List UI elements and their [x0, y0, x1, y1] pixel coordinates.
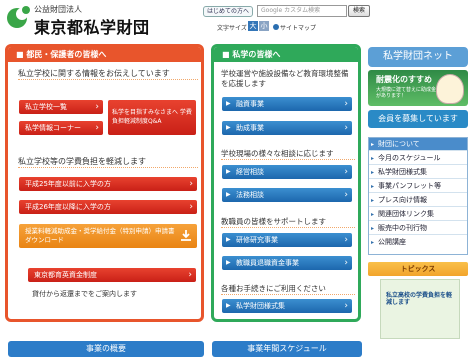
school-list-button[interactable]: 私立学校一覧 [19, 100, 103, 114]
nav-item[interactable]: 販売中の刊行物 [369, 222, 467, 235]
search-input[interactable]: Google カスタム検索 [257, 5, 347, 17]
nav-item[interactable]: 関連団体リンク集 [369, 208, 467, 221]
section-title: 私立学校等の学費負担を軽減します [18, 157, 198, 168]
topics-text: 私立高校の学費負担を軽減します [386, 292, 453, 306]
earthquake-subtitle: 大規模に建て替えに助成金があります！ [376, 87, 437, 99]
nav-item[interactable]: 私学財団様式集 [369, 166, 467, 179]
citizens-heading: ■ 都民・保護者の皆様へ [8, 47, 201, 62]
beginner-button[interactable]: はじめての方へ [203, 6, 253, 17]
section-title: 各種お手続きにご利用ください [221, 284, 355, 295]
loan-button[interactable]: 融資事業 [222, 97, 352, 111]
download-icon [181, 230, 191, 241]
post-h26-button[interactable]: 平成26年度以降に入学の方 [19, 200, 197, 214]
overview-button[interactable]: 事業の概要 [8, 341, 204, 357]
font-large-button[interactable]: 大 [248, 21, 258, 31]
schools-heading-text: 私学の皆様へ [232, 50, 281, 59]
logo-icon[interactable] [6, 4, 32, 30]
forms-button[interactable]: 私学財団様式集 [222, 299, 352, 313]
search-button[interactable]: 検索 [348, 5, 370, 17]
scholarship-button[interactable]: 東京都育英資金制度 [28, 268, 196, 282]
side-nav: 財団について 今月のスケジュール 私学財団様式集 事業パンフレット等 プレス向け… [368, 137, 468, 255]
management-consult-button[interactable]: 経営相談 [222, 165, 352, 179]
info-corner-button[interactable]: 私学情報コーナー [19, 121, 103, 135]
annual-schedule-button[interactable]: 事業年間スケジュール [212, 341, 362, 357]
application-download-button[interactable]: 授業料軽減助成金・奨学給付金（特別申請）申請書ダウンロード [19, 224, 197, 248]
grant-button[interactable]: 助成事業 [222, 121, 352, 135]
network-banner[interactable]: 私学財団ネット [368, 47, 468, 67]
font-small-button[interactable]: 小 [259, 21, 269, 31]
legal-consult-button[interactable]: 法務相談 [222, 188, 352, 202]
pre-h26-button[interactable]: 平成25年度以前に入学の方 [19, 177, 197, 191]
section-title: 私立学校に関する情報をお伝えしています [18, 69, 198, 80]
nav-heading[interactable]: 財団について [369, 138, 467, 151]
nav-item[interactable]: 公開講座 [369, 236, 467, 249]
topics-heading: トピックス [368, 262, 468, 276]
schools-heading: ■ 私学の皆様へ [214, 47, 358, 62]
sitemap-link[interactable]: サイトマップ [273, 23, 316, 32]
nav-item[interactable]: プレス向け情報 [369, 194, 467, 207]
citizens-heading-text: 都民・保護者の皆様へ [26, 50, 107, 59]
scholarship-note: 貸付から返還までをご案内します [32, 290, 137, 298]
earthquake-title: 耐震化のすすめ [376, 75, 432, 84]
mascot-image [436, 74, 464, 104]
member-recruit-button[interactable]: 会員を募集しています [368, 110, 468, 128]
sitemap-label: サイトマップ [280, 25, 317, 32]
bullet-icon [273, 24, 279, 30]
training-button[interactable]: 研修研究事業 [222, 233, 352, 247]
nav-item[interactable]: 事業パンフレット等 [369, 180, 467, 193]
section-title: 学校現場の様々な相談に応じます [221, 149, 355, 160]
site-title[interactable]: 東京都私学財団 [34, 14, 150, 38]
section-title: 教職員の皆様をサポートします [221, 217, 355, 228]
section-title: 学校運営や施設設備など教育環境整備を応援します [221, 69, 349, 88]
font-size-label: 文字サイズ [217, 25, 247, 32]
nav-item[interactable]: 今月のスケジュール [369, 152, 467, 165]
topics-banner[interactable] [380, 279, 460, 339]
retirement-fund-button[interactable]: 教職員退職資金事業 [222, 256, 352, 270]
qa-button[interactable]: 私学を目指すみなさまへ 学費負担軽減制度Q&A [108, 100, 196, 135]
